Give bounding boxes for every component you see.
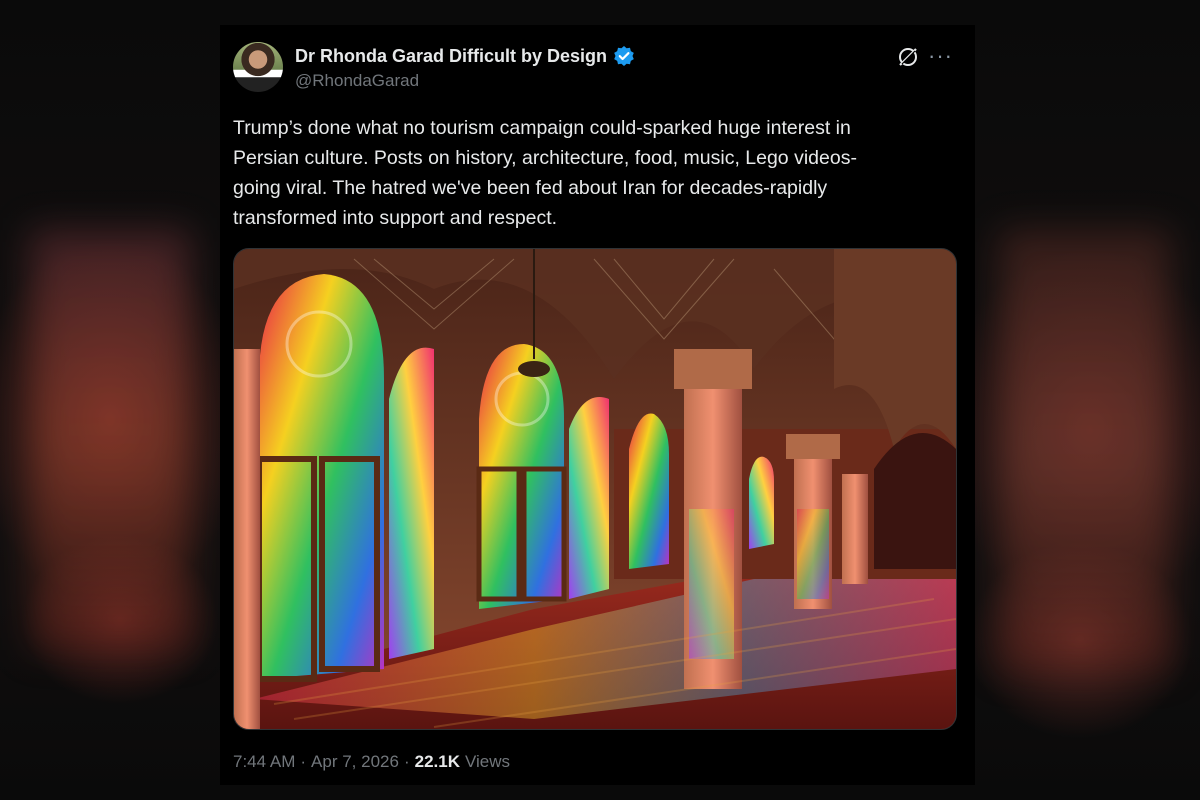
avatar[interactable]: [233, 42, 283, 92]
views-count: 22.1K: [414, 752, 460, 771]
tweet-text-line: Trump’s done what no tourism campaign co…: [233, 117, 851, 139]
tweet-text: Trump’s done what no tourism campaign co…: [233, 113, 953, 233]
tweet-text-line: going viral. The hatred we've been fed a…: [233, 177, 828, 199]
handle[interactable]: @RhondaGarad: [295, 71, 419, 91]
meta-separator: ·: [403, 752, 410, 771]
tweet-text-line: transformed into support and respect.: [233, 207, 558, 229]
tweet-photo[interactable]: [233, 248, 957, 730]
background-blur-right: [1000, 230, 1170, 670]
background-blur-left: [30, 230, 190, 650]
more-icon[interactable]: ···: [928, 43, 953, 69]
author-row: Dr Rhonda Garad Difficult by Design: [295, 45, 635, 67]
tweet-time[interactable]: 7:44 AM: [233, 752, 295, 772]
verified-badge-icon[interactable]: [613, 45, 635, 67]
tweet-card: Dr Rhonda Garad Difficult by Design @Rho…: [220, 25, 975, 785]
tweet-meta: 7:44 AM · Apr 7, 2026 · 22.1K Views: [233, 752, 510, 772]
display-name[interactable]: Dr Rhonda Garad Difficult by Design: [295, 46, 607, 67]
views-label: Views: [465, 752, 511, 771]
tweet-text-line: Persian culture. Posts on history, archi…: [233, 147, 857, 169]
meta-separator: ·: [300, 752, 307, 771]
grok-icon[interactable]: [896, 45, 920, 69]
tweet-date[interactable]: Apr 7, 2026: [311, 752, 399, 772]
